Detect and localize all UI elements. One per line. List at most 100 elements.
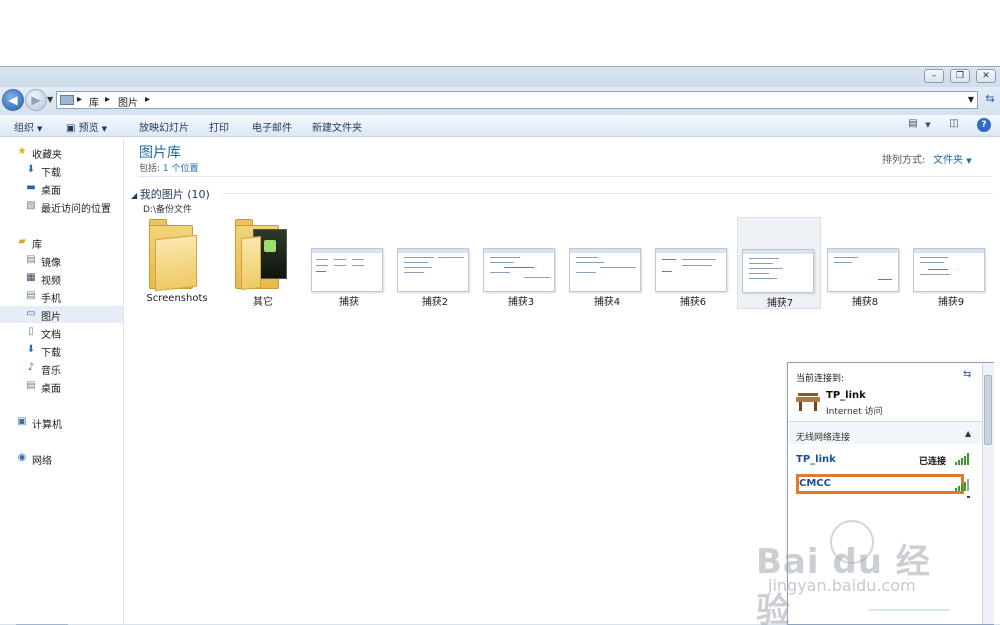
includes-locations-link[interactable]: 1 个位置: [163, 164, 199, 174]
image-item[interactable]: 捕获8: [823, 217, 907, 309]
chevron-down-icon: ▼: [966, 157, 972, 165]
breadcrumb-library[interactable]: 库: [89, 94, 99, 109]
maximize-button[interactable]: ❐: [950, 69, 970, 83]
sidebar-favorites[interactable]: ★ 收藏夹: [0, 144, 123, 161]
slideshow-button[interactable]: 放映幻灯片: [139, 119, 189, 134]
star-icon: ★: [17, 146, 27, 157]
command-bar: 组织 ▼ ▣ 预览 ▼ 放映幻灯片 打印 电子邮件 新建文件夹 ▤ ▼ ◫ ?: [0, 115, 1000, 137]
sidebar-item-mirror[interactable]: ▤ 镜像: [0, 252, 123, 269]
wifi-network-name[interactable]: TP_link: [796, 454, 836, 465]
organize-label: 组织: [14, 123, 34, 134]
pictures-icon: ▭: [26, 308, 36, 319]
item-name: Screenshots: [146, 293, 208, 304]
organize-button[interactable]: 组织 ▼: [14, 119, 42, 134]
image-thumbnail: [742, 249, 814, 293]
chevron-down-icon[interactable]: ▼: [920, 121, 936, 135]
network-location-icon: [796, 393, 820, 411]
computer-icon: ▣: [17, 416, 27, 427]
signal-strength-icon: [955, 479, 971, 491]
download-icon: ⬇: [26, 344, 36, 355]
sidebar-item-documents[interactable]: ▯ 文档: [0, 324, 123, 341]
network-icon: ◉: [17, 452, 27, 463]
collapse-icon: ◢: [131, 191, 140, 200]
desktop-icon: ▬: [26, 182, 36, 193]
back-button[interactable]: ◀: [2, 89, 24, 111]
address-dropdown-icon[interactable]: ▼: [968, 95, 974, 104]
folder-item[interactable]: Screenshots: [135, 217, 219, 309]
library-includes: 包括: 1 个位置: [139, 161, 199, 174]
sidebar-item-label: 视频: [41, 276, 61, 287]
image-thumbnail: [397, 248, 469, 292]
image-item[interactable]: 捕获2: [393, 217, 477, 309]
screen: – ❐ ✕ ◀ ▶ ▼ ▸ 库 ▸ 图片 ▸ ▼ ⇆ 组织 ▼ ▣ 预览 ▼ 放映幻…: [0, 0, 1000, 625]
sidebar-item-phone[interactable]: ▤ 手机: [0, 288, 123, 305]
sidebar-item-label: 文档: [41, 330, 61, 341]
sidebar-item-label: 计算机: [32, 420, 62, 431]
chevron-up-icon[interactable]: ▲: [965, 429, 971, 438]
scrollbar-thumb[interactable]: [984, 375, 992, 445]
item-name: 捕获9: [937, 297, 965, 308]
forward-button[interactable]: ▶: [25, 89, 47, 111]
sidebar-libraries[interactable]: ▰ 库: [0, 234, 123, 251]
sidebar-item-recent[interactable]: ▧ 最近访问的位置: [0, 198, 123, 215]
music-icon: ♪: [27, 362, 35, 373]
sidebar-item-downloads[interactable]: ⬇ 下载: [0, 162, 123, 179]
crumb-separator: ▸: [77, 94, 83, 105]
currently-connected-label: 当前连接到:: [796, 374, 845, 384]
history-dropdown-icon[interactable]: ▼: [47, 95, 53, 104]
sidebar-item-pictures[interactable]: ▭ 图片: [0, 306, 123, 323]
sidebar-item-music[interactable]: ♪ 音乐: [0, 360, 123, 377]
image-thumbnail: [569, 248, 641, 292]
folder-item[interactable]: 其它: [221, 217, 305, 309]
image-item-selected[interactable]: 捕获7: [737, 217, 821, 309]
preview-pane-icon[interactable]: ◫: [946, 118, 962, 132]
help-icon[interactable]: ?: [977, 118, 991, 132]
sidebar-item-desktop[interactable]: ▬ 桌面: [0, 180, 123, 197]
sidebar-item-label: 镜像: [41, 258, 61, 269]
folder-icon: [149, 219, 205, 292]
title-bar[interactable]: – ❐ ✕: [0, 67, 1000, 87]
signal-strength-icon: [955, 453, 971, 465]
view-options-icon[interactable]: ▤: [905, 118, 921, 132]
sidebar-item-library-desktop[interactable]: ▤ 桌面: [0, 378, 123, 395]
breadcrumb-pictures[interactable]: 图片: [118, 94, 138, 109]
sidebar-item-label: 最近访问的位置: [41, 204, 111, 215]
navigation-pane: ★ 收藏夹 ⬇ 下载 ▬ 桌面 ▧ 最近访问的位置 ▰ 库 ▤ 镜像 ▦ 视频 …: [0, 138, 124, 624]
image-item[interactable]: 捕获: [307, 217, 391, 309]
refresh-icon[interactable]: ⇆: [982, 92, 998, 108]
sort-dropdown[interactable]: 文件夹 ▼: [933, 151, 972, 166]
group-title: 我的图片 (10): [139, 188, 210, 201]
image-item[interactable]: 捕获6: [651, 217, 735, 309]
image-item[interactable]: 捕获3: [479, 217, 563, 309]
sidebar-item-label: 下载: [41, 168, 61, 179]
divider: [223, 193, 993, 194]
item-name: 捕获2: [421, 297, 449, 308]
wifi-network-name[interactable]: CMCC: [799, 478, 831, 489]
image-thumbnail: [827, 248, 899, 292]
sidebar-item-videos[interactable]: ▦ 视频: [0, 270, 123, 287]
connected-network-name: TP_link: [826, 390, 866, 401]
group-header[interactable]: ◢ 我的图片 (10): [131, 186, 210, 202]
new-folder-button[interactable]: 新建文件夹: [312, 119, 362, 134]
sidebar-item-label: 库: [32, 240, 42, 251]
sidebar-computer[interactable]: ▣ 计算机: [0, 414, 123, 431]
image-item[interactable]: 捕获4: [565, 217, 649, 309]
network-settings-icon[interactable]: ⇆: [963, 369, 971, 380]
library-icon: [60, 95, 74, 105]
item-name: 捕获7: [766, 298, 794, 309]
minimize-button[interactable]: –: [924, 69, 944, 83]
wifi-network-status: 已连接: [919, 457, 947, 467]
image-item[interactable]: 捕获9: [909, 217, 993, 309]
recent-places-icon: ▧: [26, 200, 36, 211]
sidebar-item-library-downloads[interactable]: ⬇ 下载: [0, 342, 123, 359]
sidebar-network[interactable]: ◉ 网络: [0, 450, 123, 467]
address-bar[interactable]: ▸ 库 ▸ 图片 ▸ ▼: [56, 91, 978, 109]
chevron-down-icon: ▼: [101, 125, 108, 133]
close-button[interactable]: ✕: [976, 69, 996, 83]
sidebar-item-label: 网络: [32, 456, 52, 467]
sidebar-item-label: 下载: [41, 348, 61, 359]
email-button[interactable]: 电子邮件: [252, 119, 292, 134]
preview-button[interactable]: ▣ 预览 ▼: [66, 119, 107, 134]
print-button[interactable]: 打印: [209, 119, 229, 134]
item-name: 捕获4: [593, 297, 621, 308]
